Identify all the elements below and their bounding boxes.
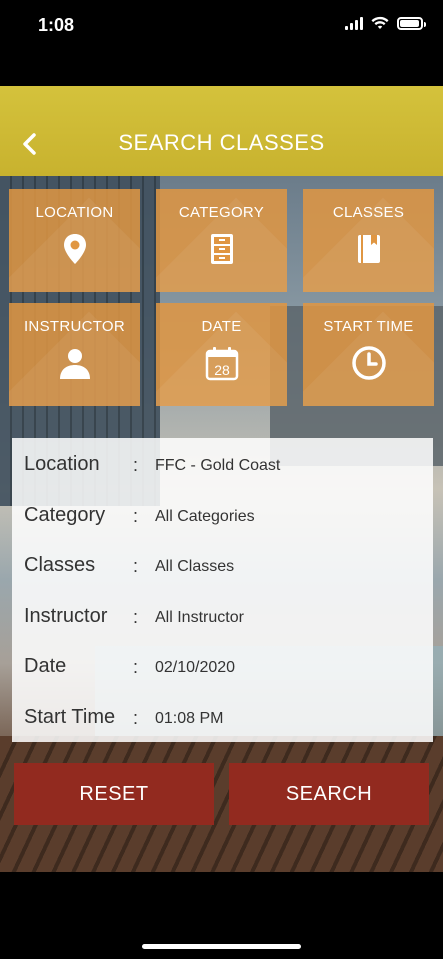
calendar-day: 28 [214,362,230,378]
row-label: Category [24,504,106,526]
tile-category[interactable]: CATEGORY [156,189,287,292]
calendar-icon: 28 [205,347,238,381]
status-icons [345,16,426,30]
home-indicator[interactable] [142,944,301,949]
location-value[interactable]: FFC - Gold Coast [155,457,280,475]
date-value[interactable]: 02/10/2020 [155,659,235,677]
row-separator: : [133,506,139,526]
status-bar: 1:08 [0,0,443,54]
tile-date[interactable]: DATE 28 [156,303,287,406]
location-pin-icon [63,234,86,264]
row-separator: : [133,657,139,677]
header-bar: SEARCH CLASSES [0,86,443,176]
row-separator: : [133,455,139,475]
category-value[interactable]: All Categories [155,508,255,526]
file-cabinet-icon [210,234,233,264]
form-row-location[interactable]: Location : FFC - Gold Coast [12,443,433,493]
page-title: SEARCH CLASSES [118,130,325,155]
tile-label: CLASSES [332,204,405,221]
app-screen: SEARCH CLASSES LOCATION CATEGORY CLASSES [0,86,443,872]
form-row-classes[interactable]: Classes : All Classes [12,544,433,594]
row-label: Start Time [24,706,116,728]
reset-button[interactable]: RESET [14,763,214,825]
tile-instructor[interactable]: INSTRUCTOR [9,303,140,406]
tile-start-time[interactable]: START TIME [303,303,434,406]
classes-value[interactable]: All Classes [155,558,234,576]
start-time-value[interactable]: 01:08 PM [155,710,223,728]
clock-icon [351,346,386,380]
search-summary-form: Location : FFC - Gold Coast Category : A… [12,438,433,742]
search-button[interactable]: SEARCH [229,763,429,825]
battery-icon [397,16,426,30]
form-row-instructor[interactable]: Instructor : All Instructor [12,595,433,645]
tile-label: START TIME [323,318,414,335]
cellular-signal-icon [345,16,363,30]
status-time: 1:08 [38,15,75,35]
wifi-icon [371,16,389,29]
form-row-category[interactable]: Category : All Categories [12,494,433,544]
row-label: Classes [24,554,96,576]
tile-location[interactable]: LOCATION [9,189,140,292]
row-separator: : [133,708,139,728]
row-label: Date [24,655,67,677]
instructor-value[interactable]: All Instructor [155,609,244,627]
tile-classes[interactable]: CLASSES [303,189,434,292]
tile-label: LOCATION [35,204,114,221]
row-label: Instructor [24,605,108,627]
form-row-date[interactable]: Date : 02/10/2020 [12,645,433,695]
person-icon [59,349,90,379]
tile-label: INSTRUCTOR [23,318,126,335]
row-separator: : [133,556,139,576]
row-label: Location [24,453,100,475]
book-icon [357,235,380,263]
row-separator: : [133,607,139,627]
form-row-start-time[interactable]: Start Time : 01:08 PM [12,696,433,746]
tile-label: CATEGORY [178,204,265,221]
tile-label: DATE [201,318,242,335]
